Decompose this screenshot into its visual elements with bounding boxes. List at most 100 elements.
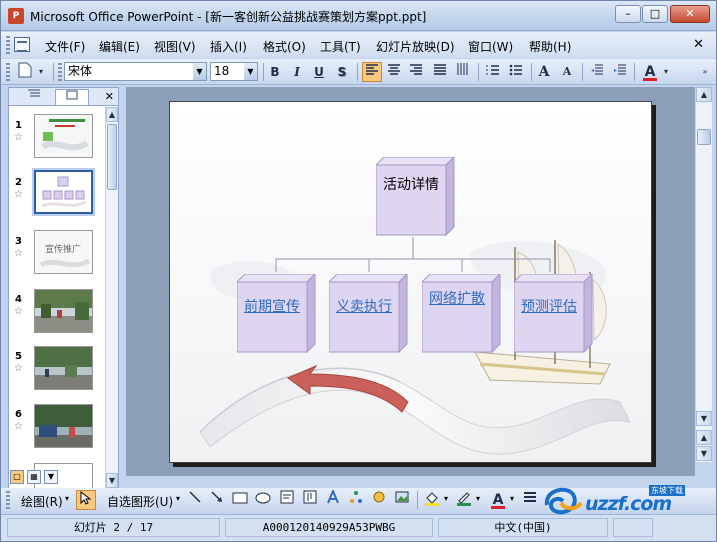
toolbar-grip-2[interactable]: [58, 63, 62, 81]
scroll-up-icon[interactable]: ▲: [696, 87, 712, 102]
document-menu-icon[interactable]: [14, 37, 30, 52]
slide-thumbnail-5[interactable]: [34, 346, 93, 390]
menu-tools[interactable]: 工具(T): [320, 38, 361, 55]
numbering-icon[interactable]: [483, 62, 503, 82]
child-box-3-link[interactable]: 网络扩散: [422, 290, 492, 308]
menu-slideshow[interactable]: 幻灯片放映(D): [376, 38, 455, 55]
normal-view-icon[interactable]: □: [10, 470, 24, 484]
root-box[interactable]: 活动详情: [376, 157, 455, 237]
scrollbar-thumb[interactable]: [697, 129, 711, 145]
menu-format[interactable]: 格式(O): [263, 38, 306, 55]
child-box-3[interactable]: 网络扩散: [422, 274, 501, 354]
editor-scrollbar[interactable]: ▲ ▼ ▲ ▼: [695, 87, 712, 462]
chevron-down-icon[interactable]: ▾: [65, 494, 69, 503]
italic-button[interactable]: I: [287, 62, 307, 82]
slide-sorter-view-icon[interactable]: ▦: [27, 470, 41, 484]
close-document-icon[interactable]: ✕: [693, 37, 704, 52]
menu-edit[interactable]: 编辑(E): [99, 38, 140, 55]
menu-help[interactable]: 帮助(H): [529, 38, 571, 55]
scroll-up-icon[interactable]: ▲: [106, 107, 118, 122]
animation-star-icon: ☆: [14, 306, 23, 317]
grow-font-button[interactable]: A: [534, 62, 554, 82]
scrollbar-thumb[interactable]: [107, 124, 117, 190]
oval-tool-icon[interactable]: [253, 490, 273, 510]
minimize-button[interactable]: –: [615, 5, 641, 23]
align-center-button[interactable]: [384, 62, 404, 82]
distribute-text-icon[interactable]: [430, 62, 450, 82]
decrease-indent-icon[interactable]: [587, 62, 607, 82]
textbox-tool-icon[interactable]: [277, 490, 297, 510]
toolbar-grip[interactable]: [6, 63, 10, 81]
fill-color-icon[interactable]: [422, 490, 442, 510]
child-box-4[interactable]: 预测评估: [514, 274, 593, 354]
slide-thumbnail-1[interactable]: [34, 114, 93, 158]
draw-font-color-icon[interactable]: A: [488, 490, 508, 510]
diagram-icon[interactable]: [346, 490, 366, 510]
slides-tab[interactable]: [55, 89, 89, 105]
line-tool-icon[interactable]: [185, 490, 205, 510]
bold-button[interactable]: B: [265, 62, 285, 82]
child-box-1-link[interactable]: 前期宣传: [237, 298, 307, 316]
font-size-select[interactable]: 18 ▼: [210, 62, 258, 81]
select-objects-icon[interactable]: [76, 490, 96, 510]
pane-close-icon[interactable]: ✕: [105, 90, 114, 103]
thumbnail-number: 2: [15, 177, 22, 188]
powerpoint-app-icon[interactable]: P: [8, 8, 24, 24]
child-box-2[interactable]: 义卖执行: [329, 274, 408, 354]
autoshapes-menu-button[interactable]: 自选图形(U): [107, 493, 173, 510]
child-box-4-link[interactable]: 预测评估: [514, 298, 584, 316]
child-box-2-link[interactable]: 义卖执行: [329, 298, 399, 316]
toolbar-options-arrow-icon[interactable]: ▾: [36, 62, 46, 82]
underline-button[interactable]: U: [309, 62, 329, 82]
toolbar-overflow-icon[interactable]: »: [699, 62, 711, 82]
picture-icon[interactable]: [392, 490, 412, 510]
current-slide[interactable]: 活动详情 前期宣传 义卖执行 网络扩散 预测评估: [169, 101, 652, 463]
menu-insert[interactable]: 插入(I): [210, 38, 247, 55]
line-color-icon[interactable]: [454, 490, 474, 510]
close-window-button[interactable]: ✕: [670, 5, 710, 23]
align-right-button[interactable]: [406, 62, 426, 82]
chevron-down-icon[interactable]: ▼: [244, 63, 257, 80]
watermark-swirl-icon: [544, 487, 583, 515]
new-document-icon[interactable]: [15, 62, 35, 82]
outline-tab[interactable]: [17, 89, 51, 105]
chevron-down-icon[interactable]: ▼: [193, 63, 206, 80]
chevron-down-icon[interactable]: ▾: [510, 494, 514, 503]
shadow-button[interactable]: S: [332, 62, 352, 82]
previous-slide-icon[interactable]: ▲: [696, 430, 712, 445]
drawbar-grip[interactable]: [6, 491, 10, 509]
slide-thumbnail-4[interactable]: [34, 289, 93, 333]
slide-thumbnail-3[interactable]: 宣传推广: [34, 230, 93, 274]
clipart-icon[interactable]: [369, 490, 389, 510]
menu-view[interactable]: 视图(V): [154, 38, 196, 55]
slide-thumbnail-6[interactable]: [34, 404, 93, 448]
font-color-arrow-icon[interactable]: ▾: [661, 62, 671, 82]
chevron-down-icon[interactable]: ▾: [444, 494, 448, 503]
scroll-down-icon[interactable]: ▼: [696, 411, 712, 426]
maximize-button[interactable]: □: [642, 5, 668, 23]
menu-file[interactable]: 文件(F): [45, 38, 85, 55]
font-name-select[interactable]: 宋体 ▼: [64, 62, 207, 81]
chevron-down-icon[interactable]: ▾: [176, 494, 180, 503]
slide-thumbnail-2[interactable]: [32, 168, 95, 216]
bullets-icon[interactable]: [506, 62, 526, 82]
child-box-1[interactable]: 前期宣传: [237, 274, 316, 354]
wordart-icon[interactable]: [323, 488, 343, 510]
font-color-button[interactable]: A: [640, 62, 660, 82]
vertical-text-icon[interactable]: [453, 62, 473, 82]
menubar-grip[interactable]: [6, 36, 10, 54]
arrow-tool-icon[interactable]: [207, 490, 227, 510]
slideshow-view-icon[interactable]: ▼: [44, 470, 58, 484]
menu-window[interactable]: 窗口(W): [468, 38, 513, 55]
increase-indent-icon[interactable]: [610, 62, 630, 82]
slides-pane-scrollbar[interactable]: ▲ ▼: [105, 107, 118, 488]
chevron-down-icon[interactable]: ▾: [476, 494, 480, 503]
next-slide-icon[interactable]: ▼: [696, 446, 712, 461]
align-left-button[interactable]: [362, 62, 382, 82]
vertical-textbox-icon[interactable]: [300, 490, 320, 510]
draw-menu-button[interactable]: 绘图(R): [21, 493, 63, 510]
rectangle-tool-icon[interactable]: [230, 490, 250, 510]
scroll-down-icon[interactable]: ▼: [106, 473, 118, 488]
shrink-font-button[interactable]: A: [557, 62, 577, 82]
line-style-icon[interactable]: [520, 490, 540, 510]
